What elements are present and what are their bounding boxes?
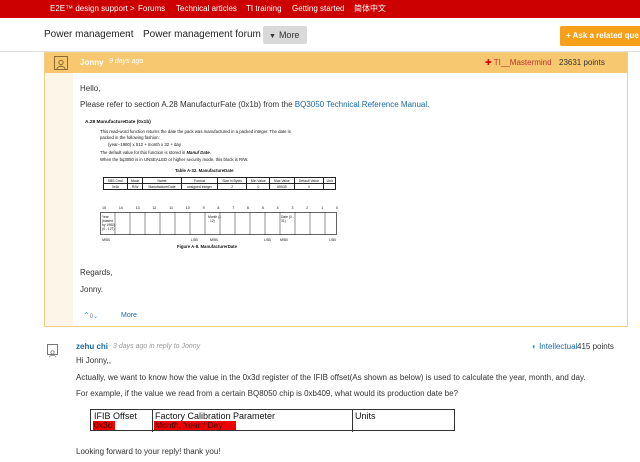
doc-lsb-label: LSB [264, 238, 271, 242]
answer-regards: Regards, [80, 268, 113, 277]
answer-role-label: TI__Mastermind [493, 58, 552, 67]
ifib-value-parameter: Month, Year / Day [154, 421, 236, 430]
breadcrumb-power-management[interactable]: Power management [44, 29, 134, 40]
avatar[interactable] [54, 56, 68, 70]
answer-points: 23631 points [559, 58, 605, 67]
doc-line: When the bq3050 is in UNSEALED or higher… [100, 157, 249, 162]
answer-post: Jonny 9 days ago ✚ TI__Mastermind 23631 … [44, 52, 628, 327]
doc-msb-label: MSB [102, 238, 110, 242]
doc-table-cell: ManufacturerDate [142, 183, 182, 190]
breadcrumb-power-management-forum[interactable]: Power management forum [143, 29, 261, 40]
user-icon [49, 350, 56, 358]
doc-table-cell: unsigned integer [180, 183, 219, 190]
doc-field-month: Month (1 - 12) [208, 215, 222, 223]
answer-body: Please refer to section A.28 ManufacturF… [80, 100, 429, 109]
reply-role-label: Intellectual [539, 342, 578, 351]
user-icon [56, 59, 66, 70]
reply-meta: 3 days ago in reply to Jonny [113, 343, 200, 350]
intellectual-badge-icon: ◐ [532, 342, 537, 351]
doc-lsb-label: LSB [329, 238, 336, 242]
answer-signature: Jonny. [80, 285, 103, 294]
ifib-header-units: Units [355, 411, 376, 421]
answer-author[interactable]: Jonny [80, 58, 104, 67]
doc-line: packed in the following fashion: [100, 135, 160, 140]
answer-body-end: . [427, 100, 430, 109]
answer-left-rail [45, 73, 73, 326]
chevron-down-icon: ▼ [269, 33, 276, 40]
doc-lsb-label: LSB [191, 238, 198, 242]
doc-table-cell: 0x1b [102, 183, 129, 190]
reply-in-reply-to-author[interactable]: Jonny [182, 343, 201, 350]
reference-manual-link[interactable]: BQ3050 Technical Reference Manual [295, 100, 427, 109]
manufacture-date-doc-image: A.28 ManufactureDate (0x1b) This read-wo… [85, 120, 345, 310]
top-navigation-bar: E2E™ design support > Forums Technical a… [0, 0, 640, 18]
reply-in-reply-to: in reply to [147, 343, 182, 350]
doc-table-cell: 0 [293, 183, 325, 190]
reply-author-role[interactable]: ◐ Intellectual [532, 342, 577, 351]
doc-bit-numbers: 15 14 13 12 11 10 9 8 7654 3210 [102, 206, 338, 210]
reply-points: 415 points [577, 342, 614, 351]
nav-design-support[interactable]: E2E™ design support > [50, 0, 135, 18]
ask-related-question-button[interactable]: + Ask a related que [560, 26, 640, 46]
ifib-value-offset: 0x3d [93, 421, 115, 430]
downvote-icon[interactable]: ⌄ [93, 314, 98, 320]
doc-table-cell: 65535 [269, 183, 295, 190]
vote-controls[interactable]: ⌃0⌄ [83, 311, 98, 320]
nav-technical-articles[interactable]: Technical articles [176, 0, 237, 18]
doc-formula: (year−1980) x 512 + month x 32 + day [108, 142, 181, 147]
doc-table-title: Table A-32. ManufactureDate [175, 168, 234, 173]
reply-timestamp: 3 days ago [113, 343, 148, 350]
answer-more-link[interactable]: More [121, 312, 137, 319]
doc-register-table: SBS Cmd. Mode Name Format Size in Bytes … [102, 177, 336, 190]
breadcrumb: Power management › Power management foru… [0, 18, 640, 52]
reply-post: zehu chi 3 days ago in reply to Jonny ◐ … [0, 334, 640, 462]
reply-body-line: Actually, we want to know how the value … [76, 373, 586, 382]
doc-field-date: Date (0 - 31) [281, 215, 294, 223]
doc-table-row: 0x1b R/W ManufacturerDate unsigned integ… [102, 183, 336, 190]
answer-timestamp: 9 days ago [109, 58, 144, 65]
breadcrumb-separator-icon: › [127, 28, 131, 40]
ti-logo-icon: ✚ [485, 58, 492, 67]
ifib-table-image: IFIB Offset Factory Calibration Paramete… [90, 409, 455, 432]
table-divider [352, 410, 353, 432]
doc-msb-label: MSB [280, 238, 288, 242]
doc-table-cell [323, 183, 336, 190]
answer-author-role[interactable]: ✚ TI__Mastermind [485, 58, 552, 67]
nav-forums[interactable]: Forums [138, 0, 165, 18]
upvote-icon[interactable]: ⌃ [83, 311, 90, 320]
doc-msb-label: MSB [210, 238, 218, 242]
doc-table-cell: 2 [217, 183, 248, 190]
more-button[interactable]: ▼ More [263, 26, 307, 44]
doc-table-cell: R/W [127, 183, 144, 190]
table-divider [152, 410, 153, 432]
more-button-label: More [278, 30, 300, 40]
doc-line: This read-word function returns the date… [100, 129, 291, 134]
doc-heading: A.28 ManufactureDate (0x1b) [85, 120, 151, 125]
answer-header: Jonny 9 days ago ✚ TI__Mastermind 23631 … [45, 53, 627, 73]
doc-table-cell: 0 [246, 183, 271, 190]
nav-chinese[interactable]: 简体中文 [354, 0, 386, 18]
reply-body-line: For example, if the value we read from a… [76, 389, 458, 398]
reply-author[interactable]: zehu chi [76, 342, 108, 351]
nav-ti-training[interactable]: TI training [246, 0, 282, 18]
answer-greeting: Hello, [80, 84, 101, 93]
nav-getting-started[interactable]: Getting started [292, 0, 344, 18]
doc-field-year: Year (biased by 1980) (0 - 127) [102, 215, 115, 231]
reply-greeting: Hi Jonny,, [76, 356, 111, 365]
avatar[interactable] [47, 344, 58, 358]
answer-body-text: Please refer to section A.28 ManufacturF… [80, 100, 295, 109]
reply-closing: Looking forward to your reply! thank you… [76, 447, 221, 456]
doc-line: The default value for this function is s… [100, 150, 211, 155]
doc-figure-caption: Figure A-8. ManufacturerDate [177, 244, 238, 249]
